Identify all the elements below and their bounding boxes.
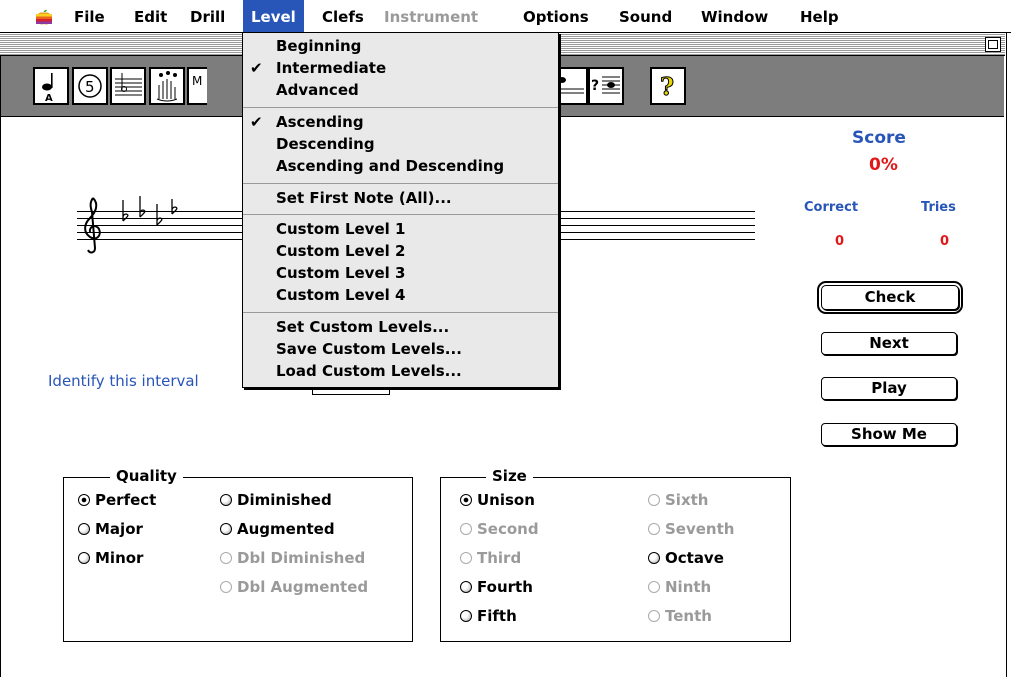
size-tenth-radio: Tenth <box>648 607 712 625</box>
menu-item-ascending[interactable]: Ascending <box>276 113 364 131</box>
size-fifth-radio[interactable]: Fifth <box>460 607 517 625</box>
toolbar-bass-clef-button[interactable]: ? <box>588 67 624 105</box>
tries-label: Tries <box>921 200 956 215</box>
correct-label: Correct <box>804 200 859 215</box>
quality-perfect-radio[interactable]: Perfect <box>78 491 156 509</box>
size-sixth-radio: Sixth <box>648 491 708 509</box>
toolbar-interval-button[interactable]: 5 <box>72 67 108 105</box>
bass-clef-staff-icon: ? <box>591 76 620 94</box>
quality-minor-radio[interactable]: Minor <box>78 549 143 567</box>
quality-diminished-radio[interactable]: Diminished <box>220 491 332 509</box>
menu-file[interactable]: File <box>66 0 113 32</box>
svg-text:?: ? <box>591 78 599 94</box>
menu-edit[interactable]: Edit <box>126 0 175 32</box>
score-title: Score <box>852 128 906 148</box>
checkmark-icon: ✔ <box>250 59 263 77</box>
svg-text:?: ? <box>660 72 674 101</box>
level-dropdown-menu: Beginning ✔ Intermediate Advanced ✔ Asce… <box>242 32 559 388</box>
menu-sound[interactable]: Sound <box>611 0 680 32</box>
svg-text:M: M <box>192 74 202 88</box>
menu-options[interactable]: Options <box>515 0 597 32</box>
check-button[interactable]: Check <box>817 281 963 314</box>
menu-item-custom-level-2[interactable]: Custom Level 2 <box>276 242 405 260</box>
menu-item-custom-level-4[interactable]: Custom Level 4 <box>276 286 405 304</box>
staff-flat-icon <box>115 73 142 96</box>
menu-item-custom-level-1[interactable]: Custom Level 1 <box>276 220 405 238</box>
menu-item-set-first-note[interactable]: Set First Note (All)... <box>276 189 452 207</box>
quality-dbl-diminished-radio: Dbl Diminished <box>220 549 365 567</box>
apple-menu-icon[interactable] <box>34 7 54 27</box>
size-third-radio: Third <box>460 549 521 567</box>
hand-notes-icon <box>156 71 178 102</box>
menu-separator <box>243 312 558 313</box>
help-question-icon: ? <box>660 72 675 102</box>
next-button[interactable]: Next <box>821 332 957 355</box>
prompt-text: Identify this interval <box>48 372 199 390</box>
size-ninth-radio: Ninth <box>648 578 711 596</box>
svg-text:A: A <box>45 93 53 103</box>
quality-major-radio[interactable]: Major <box>78 520 143 538</box>
size-octave-radio[interactable]: Octave <box>648 549 724 567</box>
toolbar-rhythm-button[interactable] <box>149 67 185 105</box>
menu-item-save-custom-levels[interactable]: Save Custom Levels... <box>276 340 462 358</box>
size-group-label: Size <box>486 467 533 485</box>
menu-level[interactable]: Level <box>243 0 304 32</box>
menu-help[interactable]: Help <box>792 0 847 32</box>
size-fourth-radio[interactable]: Fourth <box>460 578 533 596</box>
menu-bar: File Edit Drill Level Clefs Instrument O… <box>0 0 1011 33</box>
menu-item-intermediate[interactable]: Intermediate <box>276 59 386 77</box>
menu-item-beginning[interactable]: Beginning <box>276 37 361 55</box>
menu-separator <box>243 107 558 108</box>
toolbar-help-button[interactable]: ? <box>650 67 686 105</box>
size-second-radio: Second <box>460 520 539 538</box>
menu-item-advanced[interactable]: Advanced <box>276 81 359 99</box>
toolbar-key-signature-button[interactable] <box>110 67 146 105</box>
size-unison-radio[interactable]: Unison <box>460 491 535 509</box>
menu-item-ascending-and-descending[interactable]: Ascending and Descending <box>276 157 504 175</box>
play-button[interactable]: Play <box>821 377 957 400</box>
menu-separator <box>243 214 558 215</box>
menu-clefs[interactable]: Clefs <box>314 0 372 32</box>
menu-item-descending[interactable]: Descending <box>276 135 375 153</box>
menu-window[interactable]: Window <box>693 0 776 32</box>
checkmark-icon: ✔ <box>250 113 263 131</box>
svg-text:5: 5 <box>85 78 95 96</box>
menu-item-load-custom-levels[interactable]: Load Custom Levels... <box>276 362 462 380</box>
window-zoom-box[interactable] <box>985 37 1001 52</box>
menu-drill[interactable]: Drill <box>182 0 233 32</box>
metronome-icon: M <box>192 74 202 88</box>
menu-item-set-custom-levels[interactable]: Set Custom Levels... <box>276 318 449 336</box>
treble-clef-key-signature-icon <box>84 196 178 254</box>
score-percent: 0% <box>869 155 898 175</box>
show-me-button[interactable]: Show Me <box>821 423 957 446</box>
menu-instrument: Instrument <box>384 8 479 26</box>
menu-separator <box>243 183 558 184</box>
size-seventh-radio: Seventh <box>648 520 734 538</box>
note-a-icon: A <box>42 73 53 104</box>
quality-dbl-augmented-radio: Dbl Augmented <box>220 578 368 596</box>
tries-value: 0 <box>940 234 950 249</box>
toolbar-note-button[interactable]: A <box>33 67 69 105</box>
circle-5-icon: 5 <box>78 74 102 98</box>
correct-value: 0 <box>835 234 845 249</box>
menu-item-custom-level-3[interactable]: Custom Level 3 <box>276 264 405 282</box>
quality-group-label: Quality <box>110 467 183 485</box>
quality-augmented-radio[interactable]: Augmented <box>220 520 335 538</box>
toolbar-metronome-button[interactable]: M <box>187 67 207 105</box>
